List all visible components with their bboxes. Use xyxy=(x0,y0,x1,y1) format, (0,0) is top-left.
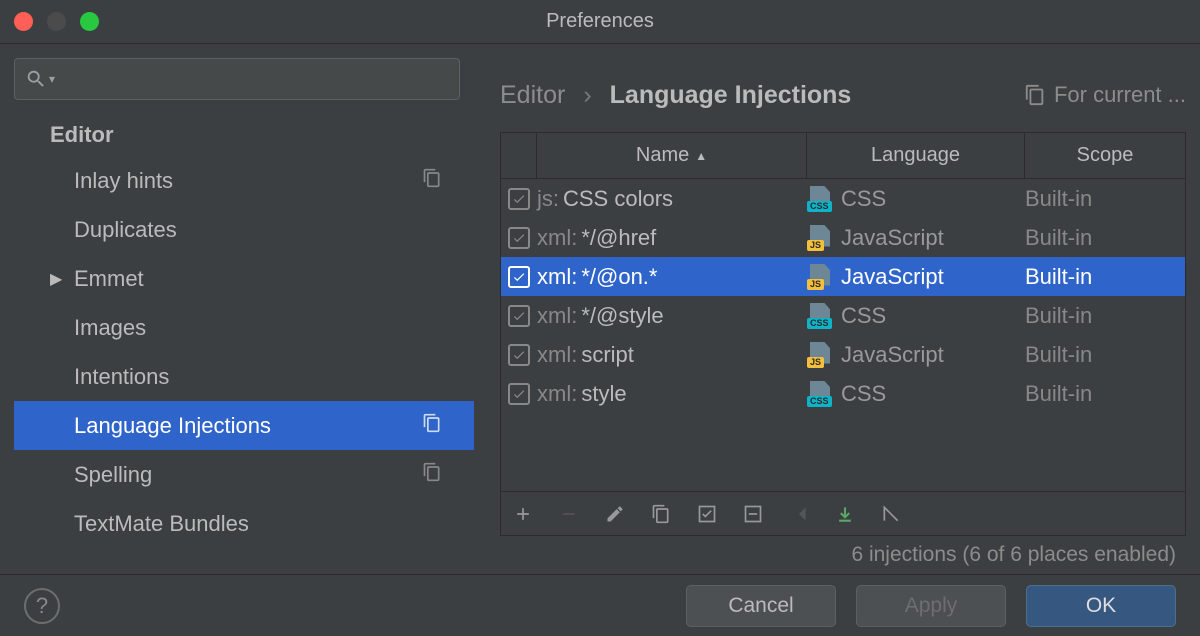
sidebar: ▾ Editor Inlay hints Duplicates ▶ Emmet Imag… xyxy=(0,44,474,574)
table-row[interactable]: xml:*/@hrefJSJavaScriptBuilt-in xyxy=(501,218,1185,257)
css-file-icon: CSS xyxy=(807,186,833,212)
expand-icon[interactable]: ▶ xyxy=(50,269,62,289)
sidebar-item-label: Intentions xyxy=(74,364,169,390)
add-button[interactable] xyxy=(513,504,533,524)
scope-selector[interactable]: For current ... xyxy=(1024,82,1186,108)
col-name[interactable]: Name ▲ xyxy=(537,133,807,178)
window-title: Preferences xyxy=(546,10,654,33)
table-row[interactable]: xml:*/@on.*JSJavaScriptBuilt-in xyxy=(501,257,1185,296)
row-language: JSJavaScript xyxy=(807,264,1025,290)
sidebar-item-label: Inlay hints xyxy=(74,168,173,194)
row-scope: Built-in xyxy=(1025,264,1185,290)
help-button[interactable]: ? xyxy=(24,588,60,624)
share-button[interactable] xyxy=(881,504,901,524)
row-name: xml:*/@href xyxy=(537,225,807,251)
sidebar-item-label: Language Injections xyxy=(74,413,271,439)
row-language: CSSCSS xyxy=(807,303,1025,329)
sidebar-item-inlay-hints[interactable]: Inlay hints xyxy=(14,156,474,205)
ok-button[interactable]: OK xyxy=(1026,585,1176,627)
breadcrumb-current: Language Injections xyxy=(610,81,852,110)
sidebar-item-label: Duplicates xyxy=(74,217,177,243)
close-window-button[interactable] xyxy=(14,12,33,31)
sidebar-item-textmate-bundles[interactable]: TextMate Bundles xyxy=(14,499,474,548)
row-scope: Built-in xyxy=(1025,303,1185,329)
disable-button[interactable] xyxy=(743,504,763,524)
breadcrumb: Editor › Language Injections For current… xyxy=(500,58,1186,132)
row-scope: Built-in xyxy=(1025,342,1185,368)
copy-icon xyxy=(422,462,442,488)
row-checkbox[interactable] xyxy=(501,344,537,366)
sidebar-item-images[interactable]: Images xyxy=(14,303,474,352)
copy-icon xyxy=(422,413,442,439)
sidebar-item-duplicates[interactable]: Duplicates xyxy=(14,205,474,254)
copy-icon xyxy=(422,168,442,194)
js-file-icon: JS xyxy=(807,264,833,290)
cancel-button[interactable]: Cancel xyxy=(686,585,836,627)
row-checkbox[interactable] xyxy=(501,227,537,249)
import-button xyxy=(789,504,809,524)
sidebar-item-language-injections[interactable]: Language Injections xyxy=(14,401,474,450)
sidebar-item-emmet[interactable]: ▶ Emmet xyxy=(14,254,474,303)
injections-table: Name ▲ Language Scope js:CSS colorsCSSCS… xyxy=(500,132,1186,536)
row-checkbox[interactable] xyxy=(501,266,537,288)
copy-icon xyxy=(1024,84,1046,106)
row-name: xml:*/@on.* xyxy=(537,264,807,290)
sidebar-item-label: TextMate Bundles xyxy=(74,511,249,537)
table-row[interactable]: xml:*/@styleCSSCSSBuilt-in xyxy=(501,296,1185,335)
sidebar-item-spelling[interactable]: Spelling xyxy=(14,450,474,499)
export-button[interactable] xyxy=(835,504,855,524)
js-file-icon: JS xyxy=(807,342,833,368)
row-language: JSJavaScript xyxy=(807,225,1025,251)
copy-button[interactable] xyxy=(651,504,671,524)
row-name: xml:script xyxy=(537,342,807,368)
apply-button: Apply xyxy=(856,585,1006,627)
row-checkbox[interactable] xyxy=(501,383,537,405)
search-icon xyxy=(25,68,47,90)
table-header: Name ▲ Language Scope xyxy=(501,133,1185,179)
css-file-icon: CSS xyxy=(807,381,833,407)
edit-button[interactable] xyxy=(605,504,625,524)
breadcrumb-parent[interactable]: Editor xyxy=(500,81,565,110)
row-scope: Built-in xyxy=(1025,381,1185,407)
row-name: xml:*/@style xyxy=(537,303,807,329)
sidebar-item-label: Images xyxy=(74,315,146,341)
main-panel: Editor › Language Injections For current… xyxy=(474,44,1200,574)
row-language: JSJavaScript xyxy=(807,342,1025,368)
js-file-icon: JS xyxy=(807,225,833,251)
minimize-window-button xyxy=(47,12,66,31)
row-scope: Built-in xyxy=(1025,225,1185,251)
row-name: xml:style xyxy=(537,381,807,407)
row-checkbox[interactable] xyxy=(501,305,537,327)
row-name: js:CSS colors xyxy=(537,186,807,212)
chevron-down-icon: ▾ xyxy=(49,72,55,86)
row-checkbox[interactable] xyxy=(501,188,537,210)
table-toolbar xyxy=(501,491,1185,535)
titlebar: Preferences xyxy=(0,0,1200,44)
enable-button[interactable] xyxy=(697,504,717,524)
col-scope[interactable]: Scope xyxy=(1025,133,1185,178)
table-row[interactable]: js:CSS colorsCSSCSSBuilt-in xyxy=(501,179,1185,218)
sidebar-item-intentions[interactable]: Intentions xyxy=(14,352,474,401)
row-language: CSSCSS xyxy=(807,186,1025,212)
remove-button xyxy=(559,504,579,524)
table-row[interactable]: xml:styleCSSCSSBuilt-in xyxy=(501,374,1185,413)
zoom-window-button[interactable] xyxy=(80,12,99,31)
row-language: CSSCSS xyxy=(807,381,1025,407)
col-language[interactable]: Language xyxy=(807,133,1025,178)
row-scope: Built-in xyxy=(1025,186,1185,212)
tree-root-editor[interactable]: Editor xyxy=(14,118,474,156)
window-controls xyxy=(14,12,99,31)
sidebar-item-label: Spelling xyxy=(74,462,152,488)
sort-asc-icon: ▲ xyxy=(695,149,707,163)
dialog-footer: ? Cancel Apply OK xyxy=(0,574,1200,636)
col-checkbox[interactable] xyxy=(501,133,537,178)
breadcrumb-separator: › xyxy=(583,81,591,110)
table-row[interactable]: xml:scriptJSJavaScriptBuilt-in xyxy=(501,335,1185,374)
status-text: 6 injections (6 of 6 places enabled) xyxy=(500,536,1186,574)
sidebar-item-label: Emmet xyxy=(74,266,144,292)
settings-tree: Editor Inlay hints Duplicates ▶ Emmet Images… xyxy=(14,118,474,574)
css-file-icon: CSS xyxy=(807,303,833,329)
search-input[interactable]: ▾ xyxy=(14,58,460,100)
